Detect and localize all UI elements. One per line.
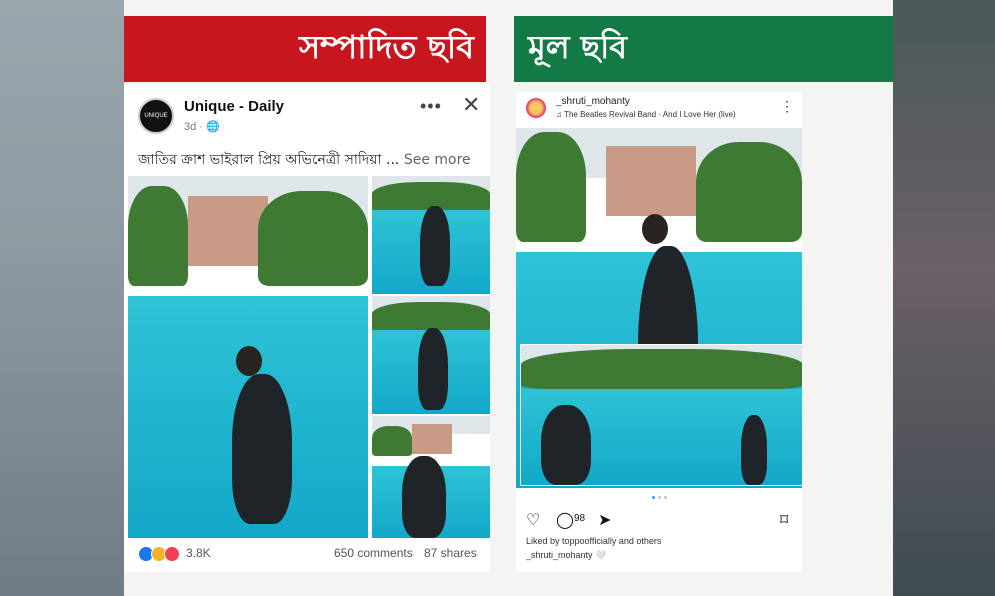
edited-photo-label: সম্পাদিত ছবি xyxy=(299,28,474,66)
post-photo-3[interactable] xyxy=(372,296,490,414)
page-avatar[interactable]: UNIQUE xyxy=(138,98,174,134)
post-photo-4[interactable] xyxy=(372,416,490,538)
share-icon[interactable]: ➤ xyxy=(598,510,611,530)
post-meta: 3d · 🌐 xyxy=(184,121,220,133)
music-note-icon: ♫ xyxy=(556,110,562,119)
post-caption: _shruti_mohanty 🤍 xyxy=(526,550,606,561)
page-name[interactable]: Unique - Daily xyxy=(184,98,284,115)
comment-icon[interactable]: ◯ xyxy=(556,510,574,530)
inset-photo xyxy=(520,344,802,486)
more-options-icon[interactable]: ⋮ xyxy=(780,98,794,115)
heart-icon[interactable]: ♡ xyxy=(526,510,540,530)
caption-emoji: 🤍 xyxy=(595,550,607,560)
post-timestamp[interactable]: 3d xyxy=(184,121,196,133)
caption-username[interactable]: _shruti_mohanty xyxy=(526,550,593,560)
globe-icon: 🌐 xyxy=(206,121,220,133)
comments-count[interactable]: 650 comments xyxy=(334,546,413,560)
post-photo-main[interactable] xyxy=(128,176,368,538)
post-photo-2[interactable] xyxy=(372,176,490,294)
love-reaction-icon xyxy=(164,546,180,562)
carousel-indicator xyxy=(652,496,667,499)
background-right-blur xyxy=(893,0,995,596)
comment-count: 98 xyxy=(574,513,586,524)
original-photo-label: মূল ছবি xyxy=(528,28,628,66)
facebook-post: UNIQUE Unique - Daily 3d · 🌐 ••• ✕ জাতির… xyxy=(124,84,490,572)
reaction-icons[interactable] xyxy=(138,546,180,562)
post-footer: 3.8K 650 comments 87 shares xyxy=(124,540,490,568)
see-more-link[interactable]: See more xyxy=(404,152,471,168)
bookmark-icon[interactable]: ⌑ xyxy=(780,510,788,530)
close-icon[interactable]: ✕ xyxy=(462,92,480,118)
edited-photo-banner: সম্পাদিত ছবি xyxy=(124,16,486,82)
action-bar: ♡ ◯ 98 ➤ ⌑ xyxy=(526,510,796,532)
liked-by-text[interactable]: Liked by toppoofficially and others xyxy=(526,536,661,546)
post-caption: জাতির ক্রাশ ভাইরাল প্রিয় অভিনেত্রী সাদি… xyxy=(138,152,471,168)
song-info[interactable]: ♫ The Beatles Revival Band · And I Love … xyxy=(556,110,736,119)
user-avatar[interactable] xyxy=(526,98,546,118)
post-photo[interactable] xyxy=(516,128,802,488)
instagram-post: _shruti_mohanty ♫ The Beatles Revival Ba… xyxy=(516,92,802,572)
shares-count[interactable]: 87 shares xyxy=(424,546,477,560)
more-options-icon[interactable]: ••• xyxy=(420,96,442,117)
comparison-canvas: সম্পাদিত ছবি মূল ছবি UNIQUE Unique - Dai… xyxy=(124,0,893,596)
reaction-count[interactable]: 3.8K xyxy=(186,546,211,560)
original-photo-banner: মূল ছবি xyxy=(514,16,893,82)
username[interactable]: _shruti_mohanty xyxy=(556,96,630,107)
background-left-blur xyxy=(0,0,125,596)
